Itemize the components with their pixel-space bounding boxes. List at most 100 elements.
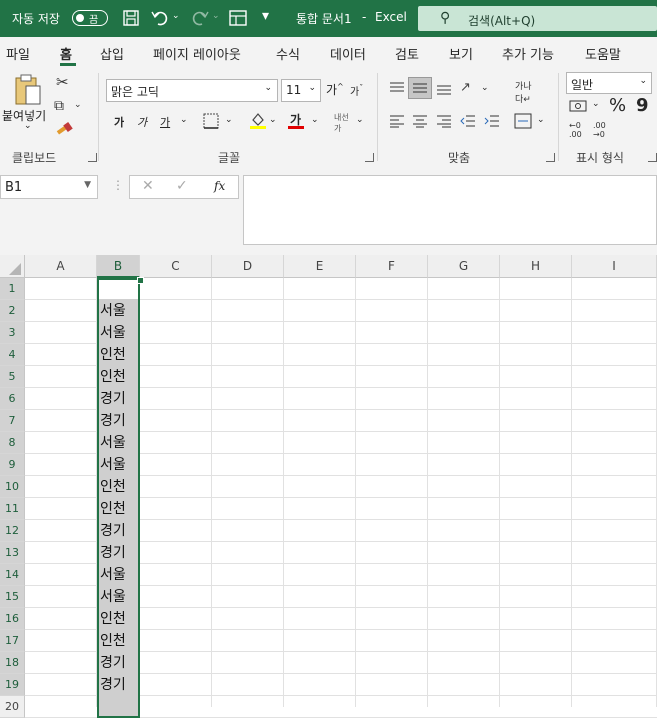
row-header[interactable]: 5	[0, 366, 25, 388]
row-header[interactable]: 4	[0, 344, 25, 366]
search-box[interactable]: ⚲ 검색(Alt+Q)	[418, 6, 657, 31]
column-header-b[interactable]: B	[97, 255, 140, 278]
decrease-indent-icon[interactable]	[460, 114, 476, 128]
cut-icon[interactable]: ✂	[56, 73, 69, 91]
alignment-launcher-icon[interactable]	[546, 153, 555, 162]
column-header-i[interactable]: I	[572, 255, 657, 278]
cell-b5[interactable]: 인천	[97, 366, 139, 388]
increase-font-size-icon[interactable]: 가^	[326, 81, 344, 98]
undo-dropdown-icon[interactable]: ⌄	[172, 11, 180, 21]
cell-b16[interactable]: 인천	[97, 608, 139, 630]
align-center-icon[interactable]	[412, 114, 428, 128]
cell-b1[interactable]	[97, 278, 139, 300]
tab-formulas[interactable]: 수식	[276, 44, 300, 63]
format-painter-icon[interactable]	[56, 122, 74, 138]
tab-page-layout[interactable]: 페이지 레이아웃	[153, 44, 241, 63]
cell-b11[interactable]: 인천	[97, 498, 139, 520]
column-header-g[interactable]: G	[428, 255, 500, 278]
cell-b6[interactable]: 경기	[97, 388, 139, 410]
percent-style-button[interactable]: %	[609, 95, 626, 116]
column-header-f[interactable]: F	[356, 255, 428, 278]
row-header[interactable]: 6	[0, 388, 25, 410]
column-header-c[interactable]: C	[140, 255, 212, 278]
cell-b3[interactable]: 서울	[97, 322, 139, 344]
clipboard-launcher-icon[interactable]	[88, 153, 97, 162]
cell-b13[interactable]: 경기	[97, 542, 139, 564]
bold-button[interactable]: 가	[114, 114, 124, 130]
row-header[interactable]: 7	[0, 410, 25, 432]
copy-icon[interactable]: ⧉	[54, 98, 64, 114]
row-header[interactable]: 19	[0, 674, 25, 696]
font-size-select[interactable]: 11 ⌄	[281, 79, 321, 102]
copy-dropdown-icon[interactable]: ⌄	[74, 100, 82, 110]
form-icon[interactable]	[228, 8, 248, 28]
tab-home[interactable]: 홈	[60, 44, 72, 63]
italic-button[interactable]: 가	[137, 114, 147, 130]
tab-view[interactable]: 보기	[449, 44, 473, 63]
column-header-e[interactable]: E	[284, 255, 356, 278]
autosave-toggle[interactable]: 끔	[72, 10, 108, 26]
accounting-format-icon[interactable]	[569, 99, 587, 113]
fill-color-dropdown-icon[interactable]: ⌄	[269, 115, 277, 125]
row-header[interactable]: 10	[0, 476, 25, 498]
cell-b12[interactable]: 경기	[97, 520, 139, 542]
merge-dropdown-icon[interactable]: ⌄	[537, 115, 545, 125]
bottom-align-icon[interactable]	[436, 81, 452, 95]
tab-insert[interactable]: 삽입	[100, 44, 124, 63]
row-header[interactable]: 13	[0, 542, 25, 564]
font-name-select[interactable]: 맑은 고딕 ⌄	[106, 79, 278, 102]
row-header[interactable]: 9	[0, 454, 25, 476]
increase-decimal-icon[interactable]: ←0.00	[569, 121, 582, 139]
fill-color-icon[interactable]	[249, 111, 267, 129]
tab-review[interactable]: 검토	[395, 44, 419, 63]
row-header[interactable]: 8	[0, 432, 25, 454]
paste-icon[interactable]	[13, 73, 43, 107]
formula-input[interactable]	[243, 175, 657, 245]
increase-indent-icon[interactable]	[484, 114, 500, 128]
merge-center-icon[interactable]	[514, 113, 532, 129]
row-header[interactable]: 11	[0, 498, 25, 520]
font-color-dropdown-icon[interactable]: ⌄	[311, 115, 319, 125]
tab-data[interactable]: 데이터	[330, 44, 366, 63]
cell-b20[interactable]	[97, 696, 139, 718]
column-header-h[interactable]: H	[500, 255, 572, 278]
insert-function-button[interactable]: fx	[214, 179, 225, 193]
accounting-dropdown-icon[interactable]: ⌄	[592, 99, 600, 109]
decrease-font-size-icon[interactable]: 가ˇ	[350, 83, 363, 98]
tab-file[interactable]: 파일	[6, 44, 30, 63]
font-launcher-icon[interactable]	[365, 153, 374, 162]
orientation-icon[interactable]: ↗	[460, 80, 471, 95]
align-right-icon[interactable]	[436, 114, 452, 128]
column-header-d[interactable]: D	[212, 255, 284, 278]
row-header[interactable]: 2	[0, 300, 25, 322]
row-header[interactable]: 12	[0, 520, 25, 542]
cell-b7[interactable]: 경기	[97, 410, 139, 432]
cell-b2[interactable]: 서울	[97, 300, 139, 322]
row-header[interactable]: 20	[0, 696, 25, 718]
row-header[interactable]: 3	[0, 322, 25, 344]
borders-dropdown-icon[interactable]: ⌄	[225, 115, 233, 125]
cell-b19[interactable]: 경기	[97, 674, 139, 696]
customize-toolbar-icon[interactable]: ▾	[262, 8, 269, 24]
cell-b17[interactable]: 인천	[97, 630, 139, 652]
decrease-decimal-icon[interactable]: .00 →0	[593, 121, 606, 139]
cell-b4[interactable]: 인천	[97, 344, 139, 366]
cell-b10[interactable]: 인천	[97, 476, 139, 498]
cell-b14[interactable]: 서울	[97, 564, 139, 586]
number-launcher-icon[interactable]	[648, 153, 657, 162]
cell-b8[interactable]: 서울	[97, 432, 139, 454]
top-align-icon[interactable]	[389, 81, 405, 95]
underline-button[interactable]: 가	[160, 114, 170, 130]
cell-b15[interactable]: 서울	[97, 586, 139, 608]
comma-style-button[interactable]: 9	[636, 95, 649, 116]
row-header[interactable]: 1	[0, 278, 25, 300]
borders-icon[interactable]	[203, 113, 219, 129]
tab-help[interactable]: 도움말	[585, 44, 621, 63]
tab-add-ins[interactable]: 추가 기능	[502, 44, 554, 63]
row-header[interactable]: 18	[0, 652, 25, 674]
row-header[interactable]: 14	[0, 564, 25, 586]
undo-icon[interactable]	[150, 8, 170, 28]
phonetic-guide-icon[interactable]: 내선 가	[334, 112, 349, 134]
row-header[interactable]: 16	[0, 608, 25, 630]
cell-b9[interactable]: 서울	[97, 454, 139, 476]
